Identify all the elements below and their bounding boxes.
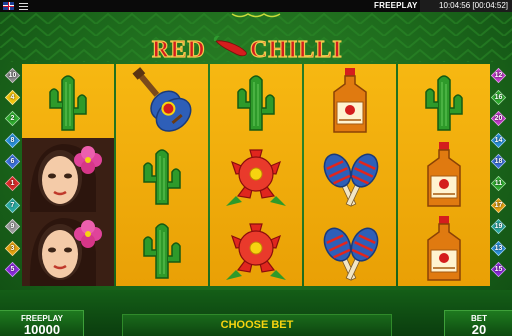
- payline-number: 4: [10, 93, 15, 101]
- cactus-icon: [210, 64, 302, 138]
- hamburger-menu-icon[interactable]: [19, 3, 28, 10]
- payline-button-16[interactable]: 16: [490, 89, 507, 105]
- cactus-icon: [116, 212, 208, 286]
- payline-button-1[interactable]: 1: [4, 175, 21, 192]
- title-banner: RED CHILLI: [0, 12, 512, 64]
- payline-button-4[interactable]: 4: [4, 89, 21, 105]
- payline-number: 13: [494, 244, 503, 252]
- reel-1: [22, 64, 114, 286]
- credit-panel: FREEPLAY 10000: [0, 310, 84, 336]
- payline-number: 12: [494, 72, 503, 79]
- payline-number: 3: [10, 244, 15, 252]
- red-flower-icon: [210, 138, 302, 212]
- tequila-bottle-icon: [398, 212, 490, 286]
- payline-button-15[interactable]: 15: [490, 262, 507, 278]
- tequila-bottle-icon: [398, 138, 490, 212]
- choose-bet-button[interactable]: CHOOSE BET: [122, 314, 392, 336]
- payline-number: 15: [494, 266, 503, 274]
- payline-number: 9: [10, 223, 15, 231]
- payline-number: 17: [494, 201, 503, 209]
- payline-buttons-left: 10 4 2 8 6 1 7 9 3 5: [2, 64, 24, 286]
- cactus-icon: [116, 138, 208, 212]
- maracas-icon: [304, 138, 396, 212]
- reel-area: [22, 64, 490, 286]
- logo-word-left: RED: [152, 37, 206, 63]
- tequila-bottle-icon: [304, 64, 396, 138]
- chili-pepper-icon: [213, 35, 247, 57]
- maracas-icon: [304, 212, 396, 286]
- payline-number: 8: [10, 136, 15, 144]
- bottom-control-bar: FREEPLAY 10000 CHOOSE BET BET 20: [0, 290, 512, 336]
- payline-button-13[interactable]: 13: [490, 240, 507, 256]
- payline-button-5[interactable]: 5: [4, 262, 21, 278]
- payline-button-14[interactable]: 14: [490, 132, 507, 148]
- woman-icon: [22, 138, 114, 212]
- payline-button-17[interactable]: 17: [490, 197, 507, 213]
- payline-button-8[interactable]: 8: [4, 132, 21, 148]
- payline-number: 16: [494, 93, 503, 101]
- top-status-bar: FREEPLAY 10:04:56 [00:04:52]: [0, 0, 512, 12]
- reel-4: [304, 64, 396, 286]
- guitar-icon: [116, 64, 208, 138]
- payline-button-19[interactable]: 19: [490, 219, 507, 235]
- payline-button-11[interactable]: 11: [490, 175, 507, 192]
- reel-3: [210, 64, 302, 286]
- woman-icon: [22, 212, 114, 286]
- reel-5: [398, 64, 490, 286]
- payline-number: 10: [8, 72, 17, 79]
- slot-game-screen: FREEPLAY 10:04:56 [00:04:52] RED CHILLI …: [0, 0, 512, 336]
- payline-number: 2: [10, 115, 15, 123]
- payline-button-10[interactable]: 10: [4, 67, 21, 84]
- bet-value: 20: [471, 322, 487, 336]
- cactus-icon: [398, 64, 490, 138]
- payline-buttons-right: 12 16 20 14 18 11 17 19 13 15: [488, 64, 510, 286]
- reel-2: [116, 64, 208, 286]
- cactus-icon: [22, 64, 114, 138]
- payline-number: 14: [494, 136, 503, 144]
- red-flower-icon: [210, 212, 302, 286]
- payline-button-20[interactable]: 20: [490, 111, 507, 127]
- payline-button-3[interactable]: 3: [4, 240, 21, 256]
- uk-flag-icon[interactable]: [3, 2, 14, 10]
- clock-display: 10:04:56 [00:04:52]: [420, 0, 512, 12]
- payline-number: 11: [494, 180, 503, 187]
- payline-number: 7: [10, 201, 15, 209]
- red-chilli-logo: RED CHILLI: [151, 35, 343, 64]
- payline-number: 20: [494, 115, 503, 123]
- mode-label: FREEPLAY: [374, 1, 418, 10]
- payline-button-12[interactable]: 12: [490, 67, 507, 84]
- payline-number: 6: [10, 158, 15, 166]
- payline-button-7[interactable]: 7: [4, 197, 21, 213]
- payline-number: 19: [494, 223, 503, 231]
- payline-button-9[interactable]: 9: [4, 219, 21, 235]
- payline-number: 5: [10, 266, 15, 274]
- logo-word-right: CHILLI: [250, 37, 343, 63]
- payline-button-18[interactable]: 18: [490, 154, 507, 170]
- payline-number: 18: [494, 158, 503, 166]
- payline-number: 1: [10, 180, 15, 187]
- credit-value: 10000: [23, 322, 61, 336]
- bet-panel[interactable]: BET 20: [444, 310, 512, 336]
- payline-button-2[interactable]: 2: [4, 111, 21, 127]
- payline-button-6[interactable]: 6: [4, 154, 21, 170]
